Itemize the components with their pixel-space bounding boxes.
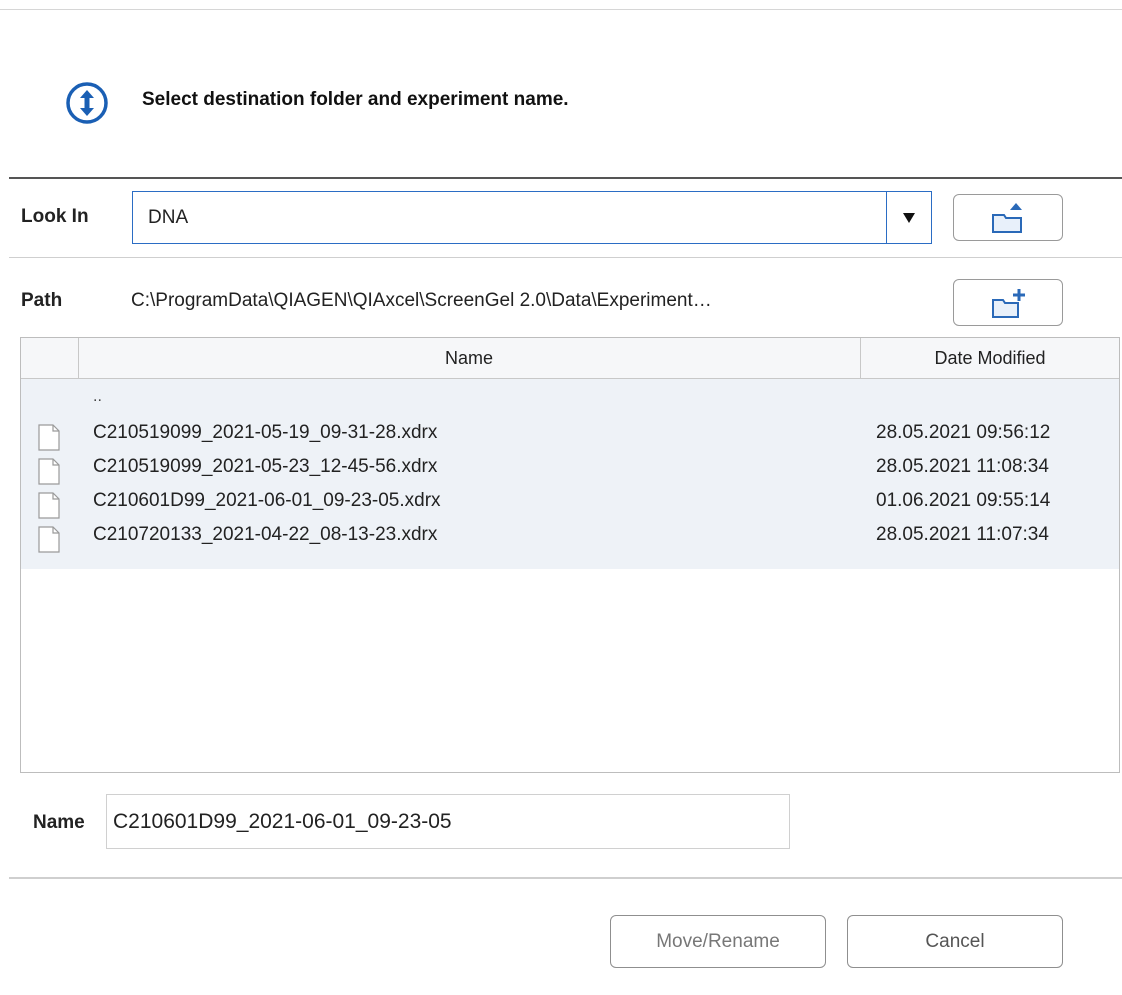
path-label: Path xyxy=(21,290,63,311)
triangle-down-icon[interactable] xyxy=(886,192,931,243)
file-name: C210519099_2021-05-19_09-31-28.xdrx xyxy=(93,422,438,443)
file-date: 28.05.2021 11:07:34 xyxy=(876,524,1049,545)
new-folder-button[interactable] xyxy=(953,279,1063,326)
file-name: C210720133_2021-04-22_08-13-23.xdrx xyxy=(93,524,438,545)
table-row[interactable]: C210519099_2021-05-23_12-45-56.xdrx 28.0… xyxy=(21,452,1119,485)
file-name: C210519099_2021-05-23_12-45-56.xdrx xyxy=(93,456,438,477)
cancel-button[interactable]: Cancel xyxy=(847,915,1063,968)
file-icon xyxy=(38,424,60,451)
table-row[interactable]: C210519099_2021-05-19_09-31-28.xdrx 28.0… xyxy=(21,418,1119,451)
name-label: Name xyxy=(33,812,85,833)
look-in-value: DNA xyxy=(148,207,189,228)
move-rename-button[interactable]: Move/Rename xyxy=(610,915,826,968)
table-row[interactable]: C210601D99_2021-06-01_09-23-05.xdrx 01.0… xyxy=(21,486,1119,519)
file-icon xyxy=(38,526,60,553)
table-row[interactable]: C210720133_2021-04-22_08-13-23.xdrx 28.0… xyxy=(21,520,1119,553)
experiment-name-input[interactable] xyxy=(106,794,790,849)
look-in-dropdown[interactable]: DNA xyxy=(132,191,932,244)
section-divider xyxy=(9,177,1122,179)
table-header: Name Date Modified xyxy=(21,338,1119,379)
file-date: 01.06.2021 09:55:14 xyxy=(876,490,1051,511)
new-folder-icon xyxy=(992,288,1025,318)
instruction-text: Select destination folder and experiment… xyxy=(142,89,569,110)
column-header-icon[interactable] xyxy=(21,338,79,378)
footer-divider xyxy=(9,877,1122,879)
path-value: C:\ProgramData\QIAGEN\QIAxcel\ScreenGel … xyxy=(131,290,712,311)
file-date: 28.05.2021 11:08:34 xyxy=(876,456,1049,477)
column-header-name[interactable]: Name xyxy=(78,338,861,378)
file-icon xyxy=(38,492,60,519)
file-icon xyxy=(38,458,60,485)
look-in-label: Look In xyxy=(21,206,89,227)
section-divider xyxy=(9,257,1122,258)
file-table: Name Date Modified .. C210519099_2021-05… xyxy=(20,337,1120,773)
column-header-date[interactable]: Date Modified xyxy=(861,338,1119,378)
parent-folder-label: .. xyxy=(93,388,102,405)
top-divider xyxy=(0,9,1122,10)
move-arrows-icon xyxy=(66,82,108,124)
up-folder-button[interactable] xyxy=(953,194,1063,241)
file-name: C210601D99_2021-06-01_09-23-05.xdrx xyxy=(93,490,441,511)
folder-up-icon xyxy=(992,202,1022,233)
file-date: 28.05.2021 09:56:12 xyxy=(876,422,1051,443)
